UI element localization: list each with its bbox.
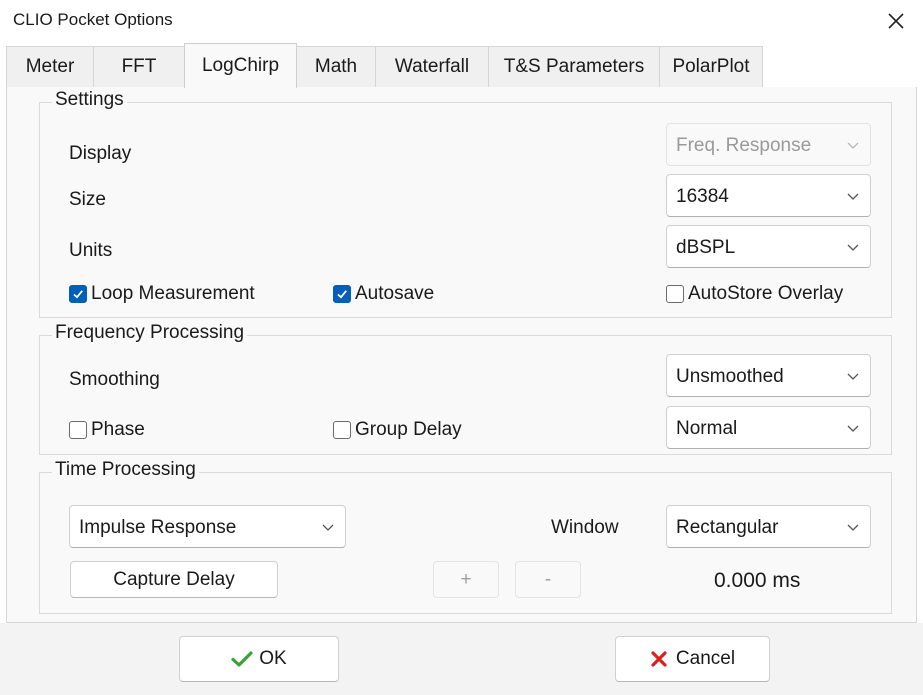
ok-label: OK <box>259 648 287 669</box>
smoothing-dropdown[interactable]: Unsmoothed <box>666 354 871 397</box>
capture-delay-label: Capture Delay <box>113 568 235 590</box>
time-processing-legend: Time Processing <box>52 459 199 481</box>
mode-value: Normal <box>676 418 738 439</box>
checkmark-icon <box>73 290 83 299</box>
display-dropdown: Freq. Response <box>666 123 871 166</box>
size-value: 16384 <box>676 186 729 207</box>
tab-label: Waterfall <box>394 56 470 77</box>
tab-label: T&S Parameters <box>503 56 645 77</box>
checkbox-box <box>69 285 87 303</box>
tab-content-logchirp: Settings Display Freq. Response Size 163… <box>6 87 917 623</box>
cancel-label: Cancel <box>675 648 736 669</box>
checkbox-box <box>666 285 684 303</box>
tab-bar: Meter FFT LogChirp Math Waterfall T&S Pa… <box>6 43 917 88</box>
settings-legend: Settings <box>52 89 127 111</box>
window-dropdown[interactable]: Rectangular <box>666 505 871 548</box>
time-type-value: Impulse Response <box>79 517 237 538</box>
smoothing-label: Smoothing <box>69 369 160 390</box>
tab-ts-parameters[interactable]: T&S Parameters <box>488 46 660 87</box>
chevron-down-icon <box>847 373 859 380</box>
tab-label: FFT <box>121 56 157 77</box>
settings-group: Settings Display Freq. Response Size 163… <box>39 89 892 318</box>
autosave-label: Autosave <box>355 283 435 304</box>
delay-readout: 0.000 ms <box>714 569 801 592</box>
size-label: Size <box>69 189 106 210</box>
tab-label: PolarPlot <box>672 56 750 77</box>
checkbox-box <box>333 421 351 439</box>
green-check-icon <box>231 651 253 667</box>
tab-label: Meter <box>25 56 75 77</box>
units-label: Units <box>69 240 113 261</box>
autostore-overlay-label: AutoStore Overlay <box>688 283 844 304</box>
delay-plus-button[interactable]: + <box>433 561 499 598</box>
tab-math[interactable]: Math <box>296 46 376 87</box>
delay-minus-button[interactable]: - <box>515 561 581 598</box>
checkbox-box <box>69 421 87 439</box>
autostore-overlay-checkbox[interactable]: AutoStore Overlay <box>666 283 843 305</box>
ok-button[interactable]: OK <box>179 636 339 682</box>
tab-label: LogChirp <box>201 55 280 76</box>
minus-label: - <box>544 568 552 590</box>
autosave-checkbox[interactable]: Autosave <box>333 283 434 305</box>
tab-waterfall[interactable]: Waterfall <box>375 46 489 87</box>
capture-delay-button[interactable]: Capture Delay <box>70 561 278 598</box>
chevron-down-icon <box>847 193 859 200</box>
title-bar: CLIO Pocket Options <box>0 0 923 44</box>
dialog-footer: OK Cancel <box>0 623 923 695</box>
phase-checkbox[interactable]: Phase <box>69 419 145 441</box>
checkbox-box <box>333 285 351 303</box>
tab-meter[interactable]: Meter <box>6 46 94 87</box>
window-label: Window <box>551 517 619 538</box>
size-dropdown[interactable]: 16384 <box>666 174 871 217</box>
window-value: Rectangular <box>676 517 779 538</box>
chevron-down-icon <box>847 425 859 432</box>
display-label: Display <box>69 143 132 164</box>
display-value: Freq. Response <box>676 135 812 156</box>
cancel-button[interactable]: Cancel <box>615 636 770 682</box>
smoothing-value: Unsmoothed <box>676 366 784 387</box>
units-dropdown[interactable]: dBSPL <box>666 225 871 268</box>
tab-label: Math <box>314 56 358 77</box>
time-type-dropdown[interactable]: Impulse Response <box>69 505 346 548</box>
time-processing-group: Time Processing Impulse Response Window … <box>39 459 892 614</box>
close-icon[interactable] <box>881 6 911 36</box>
mode-dropdown[interactable]: Normal <box>666 406 871 449</box>
chevron-down-icon <box>847 142 859 149</box>
loop-measurement-checkbox[interactable]: Loop Measurement <box>69 283 255 305</box>
group-delay-label: Group Delay <box>355 419 462 440</box>
units-value: dBSPL <box>676 237 736 258</box>
phase-label: Phase <box>91 419 145 440</box>
tab-fft[interactable]: FFT <box>93 46 185 87</box>
red-x-icon <box>651 651 667 667</box>
loop-measurement-label: Loop Measurement <box>91 283 255 304</box>
chevron-down-icon <box>847 524 859 531</box>
chevron-down-icon <box>847 244 859 251</box>
frequency-processing-legend: Frequency Processing <box>52 322 248 344</box>
plus-label: + <box>460 568 472 590</box>
chevron-down-icon <box>322 524 334 531</box>
tab-logchirp[interactable]: LogChirp <box>184 43 297 88</box>
tab-polarplot[interactable]: PolarPlot <box>659 46 763 87</box>
window-title: CLIO Pocket Options <box>13 10 173 29</box>
frequency-processing-group: Frequency Processing Smoothing Unsmoothe… <box>39 322 892 455</box>
checkmark-icon <box>337 290 347 299</box>
group-delay-checkbox[interactable]: Group Delay <box>333 419 462 441</box>
